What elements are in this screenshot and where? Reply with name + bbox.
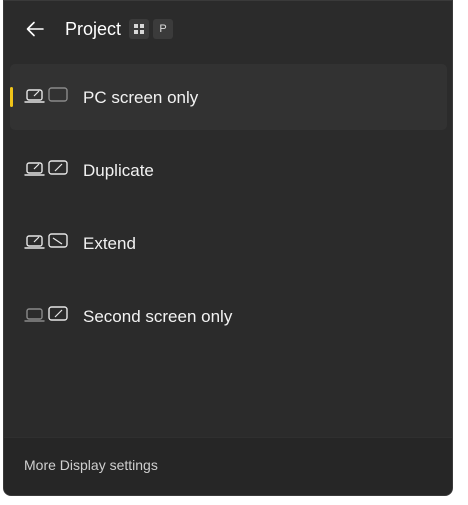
project-flyout: Project P PC screen only Duplicate Exten…: [3, 0, 453, 496]
p-key-badge: P: [153, 19, 173, 39]
option-label: Extend: [83, 234, 136, 253]
back-button[interactable]: [24, 18, 46, 40]
option-duplicate[interactable]: Duplicate: [10, 137, 447, 203]
duplicate-icon: [24, 160, 68, 176]
selection-indicator: [10, 87, 13, 107]
option-label: Duplicate: [83, 161, 154, 180]
more-display-settings-link[interactable]: More Display settings: [24, 457, 158, 473]
option-second-screen-only[interactable]: Second screen only: [10, 283, 447, 349]
pc-screen-only-icon: [24, 87, 68, 103]
option-extend[interactable]: Extend: [10, 210, 447, 276]
option-label: PC screen only: [83, 88, 199, 107]
second-screen-only-icon: [24, 306, 68, 322]
extend-icon: [24, 233, 68, 249]
flyout-footer: More Display settings: [4, 437, 452, 495]
windows-key-badge: [129, 19, 149, 39]
windows-logo-icon: [134, 24, 144, 34]
option-pc-screen-only[interactable]: PC screen only: [10, 64, 447, 130]
page-title: Project: [65, 19, 122, 39]
arrow-left-icon: [26, 21, 44, 37]
flyout-header: Project P: [4, 1, 452, 59]
option-label: Second screen only: [83, 307, 233, 326]
